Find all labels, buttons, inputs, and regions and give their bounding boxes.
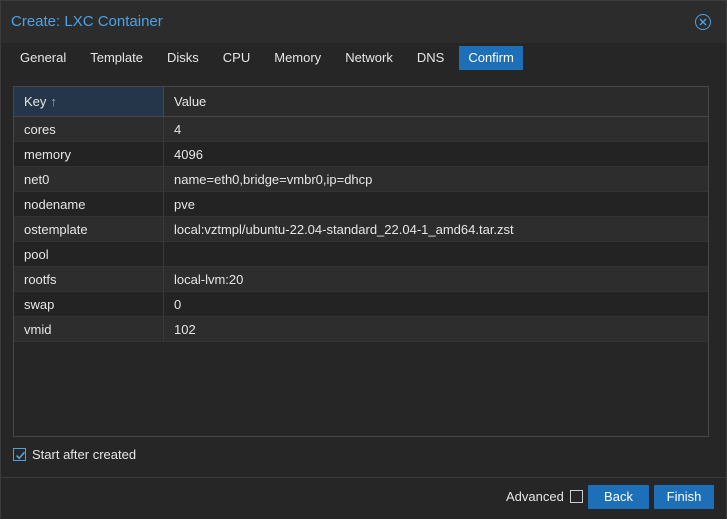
advanced-option[interactable]: Advanced xyxy=(506,489,583,504)
wizard-tabs: General Template Disks CPU Memory Networ… xyxy=(11,46,529,70)
table-row[interactable]: rootfs local-lvm:20 xyxy=(14,267,708,292)
row-key: rootfs xyxy=(14,267,164,291)
row-key: swap xyxy=(14,292,164,316)
row-value: 102 xyxy=(174,322,196,337)
row-value: pve xyxy=(174,197,195,212)
row-value: 4096 xyxy=(174,147,203,162)
column-header-key[interactable]: Key ↑ xyxy=(14,87,164,116)
checkmark-icon xyxy=(15,451,26,460)
row-value: name=eth0,bridge=vmbr0,ip=dhcp xyxy=(174,172,373,187)
table-row[interactable]: memory 4096 xyxy=(14,142,708,167)
table-row[interactable]: ostemplate local:vztmpl/ubuntu-22.04-stan… xyxy=(14,217,708,242)
table-row[interactable]: nodename pve xyxy=(14,192,708,217)
table-row[interactable]: net0 name=eth0,bridge=vmbr0,ip=dhcp xyxy=(14,167,708,192)
tab-disks[interactable]: Disks xyxy=(158,46,208,70)
confirm-grid: Key ↑ Value cores 4 memory 4096 net0 name=et… xyxy=(13,86,709,437)
tab-dns[interactable]: DNS xyxy=(408,46,453,70)
row-value: local:vztmpl/ubuntu-22.04-standard_22.04… xyxy=(174,222,514,237)
row-value: 0 xyxy=(174,297,182,312)
row-key: vmid xyxy=(14,317,164,341)
dialog-footer: Advanced Back Finish xyxy=(1,477,726,519)
row-value: local-lvm:20 xyxy=(174,272,244,287)
close-icon[interactable] xyxy=(695,14,711,30)
row-value: 4 xyxy=(174,122,182,137)
dialog-title: Create: LXC Container xyxy=(11,13,163,30)
row-key: ostemplate xyxy=(14,217,164,241)
row-key: pool xyxy=(14,242,164,266)
advanced-label: Advanced xyxy=(506,489,564,504)
finish-button[interactable]: Finish xyxy=(654,485,714,509)
start-after-created-option[interactable]: Start after created xyxy=(13,447,136,462)
dialog-titlebar: Create: LXC Container xyxy=(1,1,726,43)
row-key: nodename xyxy=(14,192,164,216)
row-value xyxy=(164,242,708,266)
column-header-value[interactable]: Value xyxy=(164,87,708,116)
column-header-key-label: Key xyxy=(24,94,47,109)
sort-ascending-icon: ↑ xyxy=(50,94,57,109)
row-key: net0 xyxy=(14,167,164,191)
back-button[interactable]: Back xyxy=(588,485,649,509)
grid-header: Key ↑ Value xyxy=(14,87,708,117)
row-key: memory xyxy=(14,142,164,166)
start-after-created-checkbox[interactable] xyxy=(13,448,26,461)
tab-template[interactable]: Template xyxy=(81,46,152,70)
create-lxc-dialog: Create: LXC Container General Template D… xyxy=(0,0,727,519)
table-row[interactable]: pool xyxy=(14,242,708,267)
start-after-created-label: Start after created xyxy=(32,447,137,462)
tab-general[interactable]: General xyxy=(11,46,75,70)
table-row[interactable]: swap 0 xyxy=(14,292,708,317)
table-row[interactable]: cores 4 xyxy=(14,117,708,142)
grid-rows: cores 4 memory 4096 net0 name=eth0,bridge=v… xyxy=(14,117,708,342)
tab-memory[interactable]: Memory xyxy=(265,46,330,70)
tab-cpu[interactable]: CPU xyxy=(214,46,259,70)
tab-network[interactable]: Network xyxy=(336,46,402,70)
tab-confirm[interactable]: Confirm xyxy=(459,46,523,70)
table-row[interactable]: vmid 102 xyxy=(14,317,708,342)
advanced-checkbox[interactable] xyxy=(569,490,583,503)
row-key: cores xyxy=(14,117,164,141)
